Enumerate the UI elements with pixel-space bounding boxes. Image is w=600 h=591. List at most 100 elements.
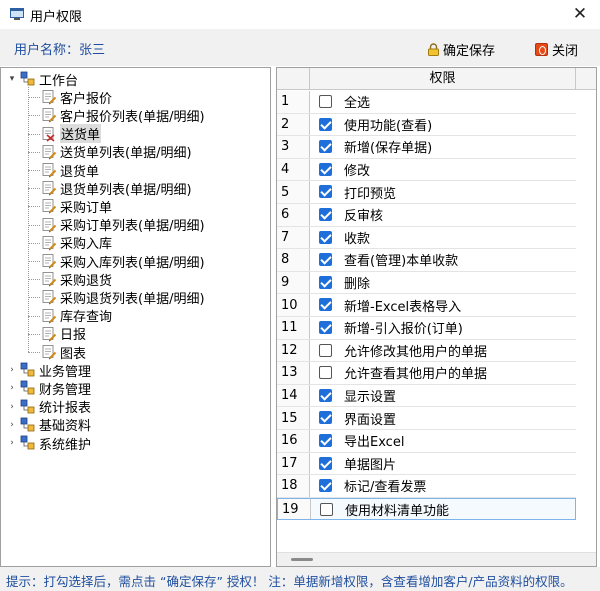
tree-group[interactable]: › 财务管理: [6, 379, 91, 398]
row-number[interactable]: 16: [277, 430, 310, 452]
permission-checkbox[interactable]: [319, 140, 332, 154]
row-number[interactable]: 19: [278, 498, 311, 520]
row-number[interactable]: 11: [277, 317, 310, 339]
grid-row[interactable]: 12 允许修改其他用户的单据: [277, 339, 576, 363]
expand-chevron-icon[interactable]: ›: [6, 402, 18, 412]
row-number[interactable]: 2: [277, 113, 310, 136]
permission-checkbox[interactable]: [319, 298, 332, 312]
expand-chevron-icon[interactable]: ›: [6, 438, 18, 448]
tree-group[interactable]: › 系统维护: [6, 434, 91, 453]
grid-row[interactable]: 17 单据图片: [277, 452, 576, 476]
permission-checkbox[interactable]: [319, 321, 332, 334]
row-number[interactable]: 1: [277, 91, 310, 113]
folder-tree-icon: [20, 417, 36, 433]
grid-row[interactable]: 7 收款: [277, 226, 576, 250]
grid-row[interactable]: 10 新增-Excel表格导入: [277, 294, 576, 317]
expand-chevron-icon[interactable]: ›: [6, 420, 18, 430]
permission-checkbox[interactable]: [319, 117, 332, 131]
tree-item[interactable]: 采购入库: [41, 234, 112, 252]
scrollbar-thumb[interactable]: [291, 558, 313, 561]
row-number[interactable]: 3: [277, 136, 310, 158]
grid-row[interactable]: 1 全选: [277, 91, 576, 114]
tree-item[interactable]: 采购退货列表(单据/明细): [41, 288, 205, 307]
permission-checkbox[interactable]: [319, 388, 332, 402]
tree-item[interactable]: 库存查询: [41, 307, 112, 325]
row-number[interactable]: 7: [277, 226, 310, 249]
permission-checkbox[interactable]: [319, 185, 332, 199]
tree-group[interactable]: › 业务管理: [6, 361, 91, 380]
tree-group[interactable]: › 基础资料: [6, 416, 91, 434]
tree-item[interactable]: 客户报价: [41, 88, 112, 107]
grid-row[interactable]: 2 使用功能(查看): [277, 113, 576, 137]
tree-item[interactable]: 退货单列表(单据/明细): [41, 179, 192, 198]
grid-row[interactable]: 16 导出Excel: [277, 430, 576, 453]
horizontal-scrollbar[interactable]: [277, 552, 596, 566]
tree-connector-line: [28, 133, 40, 135]
tree-item[interactable]: 送货单列表(单据/明细): [41, 143, 192, 161]
collapse-chevron-icon[interactable]: ▾: [6, 74, 18, 84]
permission-checkbox[interactable]: [319, 343, 332, 357]
row-number[interactable]: 9: [277, 271, 310, 294]
tree-item[interactable]: 送货单: [41, 124, 102, 144]
permission-checkbox[interactable]: [320, 502, 333, 516]
permission-checkbox[interactable]: [319, 456, 332, 470]
grid-row[interactable]: 18 标记/查看发票: [277, 475, 576, 498]
grid-row[interactable]: 15 界面设置: [277, 407, 576, 430]
row-number[interactable]: 15: [277, 407, 310, 429]
tree-item[interactable]: 采购订单: [41, 197, 112, 216]
grid-row[interactable]: 14 显示设置: [277, 384, 576, 408]
grid-row[interactable]: 13 允许查看其他用户的单据: [277, 362, 576, 385]
grid-row[interactable]: 4 修改: [277, 158, 576, 182]
tree-item[interactable]: 退货单: [41, 161, 99, 180]
row-number[interactable]: 18: [277, 475, 310, 497]
permission-label: 使用材料清单功能: [345, 503, 450, 519]
permission-checkbox[interactable]: [319, 208, 332, 221]
row-number[interactable]: 14: [277, 384, 310, 407]
permission-checkbox[interactable]: [319, 434, 332, 447]
permission-checkbox[interactable]: [319, 411, 332, 425]
permission-checkbox[interactable]: [319, 162, 332, 176]
tree-item[interactable]: 采购入库列表(单据/明细): [41, 252, 205, 271]
permission-column-header[interactable]: 权限: [310, 68, 576, 90]
tree-item[interactable]: 图表: [41, 343, 86, 362]
permission-checkbox[interactable]: [319, 230, 332, 244]
grid-row[interactable]: 5 打印预览: [277, 181, 576, 204]
row-number[interactable]: 8: [277, 249, 310, 271]
window-close-button[interactable]: ✕: [568, 2, 592, 26]
permission-checkbox[interactable]: [319, 275, 332, 289]
permission-grid[interactable]: 权限 1 全选 2 使用功能(查看) 3 新增(保存单据) 4 修改 5 打印预览 6 反审核 7 收款 8…: [276, 67, 597, 567]
row-number[interactable]: 6: [277, 204, 310, 226]
row-number[interactable]: 12: [277, 339, 310, 362]
tree-root-workbench[interactable]: ▾ 工作台: [6, 70, 78, 89]
row-number[interactable]: 10: [277, 294, 310, 316]
row-number[interactable]: 17: [277, 452, 310, 475]
close-button[interactable]: 关闭: [535, 38, 578, 60]
grid-row[interactable]: 8 查看(管理)本单收款: [277, 249, 576, 272]
document-pencil-icon: [41, 180, 57, 196]
grid-row[interactable]: 11 新增-引入报价(订单): [277, 317, 576, 340]
grid-row[interactable]: 3 新增(保存单据): [277, 136, 576, 159]
permission-checkbox[interactable]: [319, 253, 332, 267]
folder-tree-icon: [20, 380, 36, 396]
row-number[interactable]: 4: [277, 158, 310, 181]
row-number[interactable]: 13: [277, 362, 310, 384]
tree-item[interactable]: 采购订单列表(单据/明细): [41, 216, 205, 234]
permission-checkbox[interactable]: [319, 95, 332, 108]
grid-row[interactable]: 19 使用材料清单功能: [277, 497, 576, 521]
row-number[interactable]: 5: [277, 181, 310, 203]
document-pencil-icon: [41, 326, 57, 342]
permission-checkbox[interactable]: [319, 366, 332, 380]
expand-chevron-icon[interactable]: ›: [6, 365, 18, 375]
save-button[interactable]: 确定保存: [428, 38, 495, 60]
tree-item[interactable]: 采购退货: [41, 270, 112, 289]
document-pencil-icon: [41, 144, 57, 160]
expand-chevron-icon[interactable]: ›: [6, 383, 18, 393]
grid-row[interactable]: 6 反审核: [277, 204, 576, 227]
grid-row[interactable]: 9 删除: [277, 271, 576, 295]
tree-item[interactable]: 日报: [41, 325, 86, 343]
permission-tree[interactable]: ▾ 工作台 客户报价 客户报价列表(单据/明细) 送货单 送货单列表(单据/明细) 退货单退…: [0, 67, 271, 567]
tree-group[interactable]: › 统计报表: [6, 398, 91, 416]
tree-item[interactable]: 客户报价列表(单据/明细): [41, 106, 205, 125]
permission-checkbox[interactable]: [319, 479, 332, 493]
tree-connector-line: [28, 352, 40, 353]
